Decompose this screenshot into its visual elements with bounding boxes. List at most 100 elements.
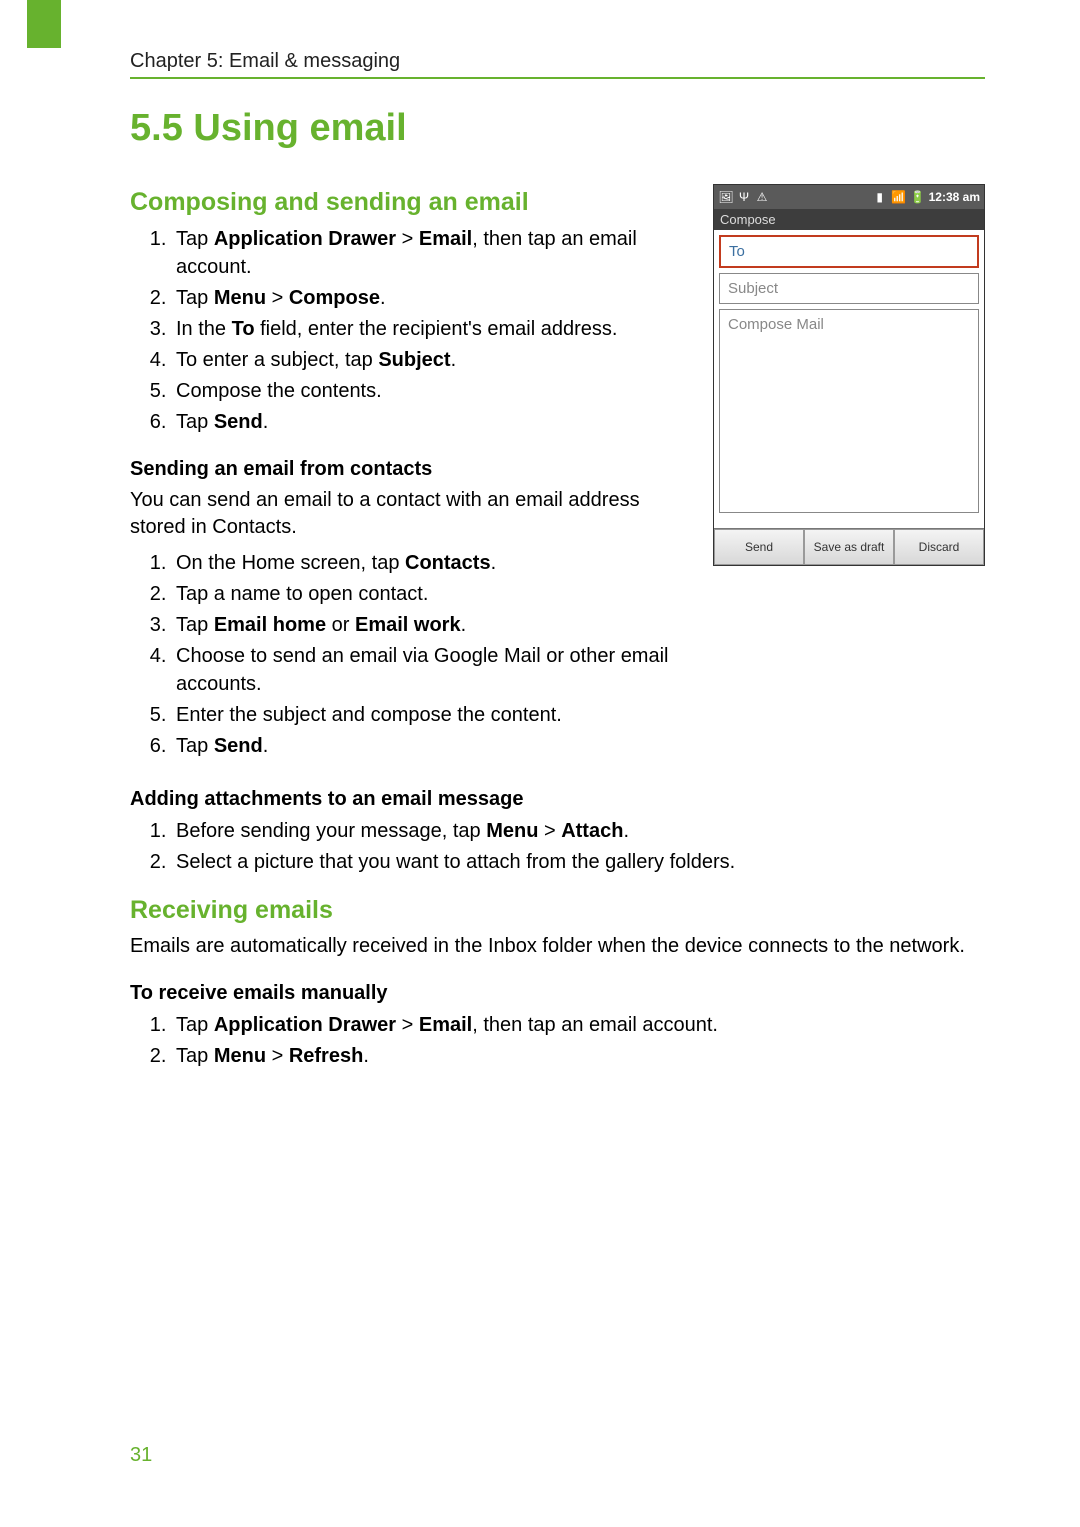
step-text: .: [263, 411, 269, 433]
discard-button[interactable]: Discard: [894, 529, 984, 565]
step-text: Choose to send an email via Google Mail …: [176, 645, 668, 695]
step: Tap Send.: [172, 732, 697, 760]
step-bold: Email: [419, 228, 472, 250]
step-text: .: [451, 349, 457, 371]
step-text: Tap a name to open contact.: [176, 583, 428, 605]
step-bold: To: [232, 318, 255, 340]
phone-status-bar: 🖼 Ψ ⚠ ▮ 📶 🔋 12:38 am: [714, 185, 984, 209]
step-text: .: [461, 614, 467, 636]
usb-icon: Ψ: [736, 189, 752, 205]
receiving-heading: Receiving emails: [130, 896, 985, 925]
step-bold: Menu: [214, 1045, 266, 1067]
step-bold: Contacts: [405, 552, 491, 574]
step: Tap a name to open contact.: [172, 580, 697, 608]
compose-screenshot: 🖼 Ψ ⚠ ▮ 📶 🔋 12:38 am Compose To Subject: [713, 184, 985, 566]
attachments-steps: Before sending your message, tap Menu > …: [130, 817, 985, 876]
step-text: >: [396, 1014, 419, 1036]
step: Tap Application Drawer > Email, then tap…: [172, 225, 697, 281]
phone-button-bar: Send Save as draft Discard: [714, 528, 984, 565]
step: Tap Send.: [172, 408, 697, 436]
composing-text-column: Composing and sending an email Tap Appli…: [130, 168, 713, 766]
step-text: .: [491, 552, 497, 574]
step-text: Compose the contents.: [176, 380, 382, 402]
step-bold: Email home: [214, 614, 326, 636]
step-text: Tap: [176, 1014, 214, 1036]
step-bold: Send: [214, 411, 263, 433]
step-text: Before sending your message, tap: [176, 820, 486, 842]
composing-section: Composing and sending an email Tap Appli…: [130, 168, 985, 766]
page-accent-tab: [27, 0, 61, 48]
from-contacts-heading: Sending an email from contacts: [130, 458, 697, 481]
signal-icon: 📶: [891, 189, 907, 205]
step: Tap Email home or Email work.: [172, 611, 697, 639]
step: Before sending your message, tap Menu > …: [172, 817, 985, 845]
battery-icon: 🔋: [910, 189, 926, 205]
receiving-intro: Emails are automatically received in the…: [130, 933, 985, 960]
step-text: In the: [176, 318, 232, 340]
step: In the To field, enter the recipient's e…: [172, 315, 697, 343]
receive-manual-heading: To receive emails manually: [130, 982, 985, 1005]
step-text: >: [396, 228, 419, 250]
receive-manual-steps: Tap Application Drawer > Email, then tap…: [130, 1011, 985, 1070]
step-text: .: [623, 820, 629, 842]
to-field[interactable]: To: [719, 235, 979, 268]
step: Compose the contents.: [172, 377, 697, 405]
step: Enter the subject and compose the conten…: [172, 701, 697, 729]
attachments-heading: Adding attachments to an email message: [130, 788, 985, 811]
step: Tap Menu > Refresh.: [172, 1042, 985, 1070]
page-number: 31: [130, 1444, 152, 1467]
step: To enter a subject, tap Subject.: [172, 346, 697, 374]
image-icon: 🖼: [718, 189, 734, 205]
subject-field[interactable]: Subject: [719, 273, 979, 304]
composing-heading: Composing and sending an email: [130, 188, 697, 217]
step-text: Tap: [176, 614, 214, 636]
step-bold: Application Drawer: [214, 228, 396, 250]
status-time: 12:38 am: [929, 190, 980, 204]
step-text: >: [266, 287, 289, 309]
step-text: .: [263, 735, 269, 757]
send-button[interactable]: Send: [714, 529, 804, 565]
warning-icon: ⚠: [754, 189, 770, 205]
step-bold: Send: [214, 735, 263, 757]
composing-steps: Tap Application Drawer > Email, then tap…: [130, 225, 697, 436]
status-right-icons: ▮ 📶 🔋 12:38 am: [872, 189, 980, 205]
step: Choose to send an email via Google Mail …: [172, 642, 697, 698]
step-bold: Menu: [486, 820, 538, 842]
compose-body-field[interactable]: Compose Mail: [719, 309, 979, 513]
step-text: field, enter the recipient's email addre…: [255, 318, 618, 340]
step-text: >: [538, 820, 561, 842]
step-bold: Email: [419, 1014, 472, 1036]
from-contacts-steps: On the Home screen, tap Contacts. Tap a …: [130, 549, 697, 760]
save-draft-button[interactable]: Save as draft: [804, 529, 894, 565]
step-bold: Menu: [214, 287, 266, 309]
sim-icon: ▮: [872, 189, 888, 205]
step-text: Select a picture that you want to attach…: [176, 851, 735, 873]
phone-body: To Subject Compose Mail: [714, 230, 984, 518]
step-text: .: [380, 287, 386, 309]
step-bold: Attach: [561, 820, 623, 842]
from-contacts-intro: You can send an email to a contact with …: [130, 487, 697, 541]
step-text: Tap: [176, 411, 214, 433]
step-text: Tap: [176, 735, 214, 757]
step: Tap Menu > Compose.: [172, 284, 697, 312]
phone-frame: 🖼 Ψ ⚠ ▮ 📶 🔋 12:38 am Compose To Subject: [713, 184, 985, 566]
step-text: On the Home screen, tap: [176, 552, 405, 574]
step: On the Home screen, tap Contacts.: [172, 549, 697, 577]
step-bold: Application Drawer: [214, 1014, 396, 1036]
step-text: Tap: [176, 287, 214, 309]
status-left-icons: 🖼 Ψ ⚠: [718, 189, 770, 205]
step-text: To enter a subject, tap: [176, 349, 378, 371]
step-text: , then tap an email account.: [472, 1014, 718, 1036]
step-text: or: [326, 614, 355, 636]
step-text: Tap: [176, 1045, 214, 1067]
step-text: Enter the subject and compose the conten…: [176, 704, 562, 726]
section-title: 5.5 Using email: [130, 107, 985, 150]
step-text: Tap: [176, 228, 214, 250]
step-text: >: [266, 1045, 289, 1067]
step-bold: Refresh: [289, 1045, 363, 1067]
manual-page: Chapter 5: Email & messaging 5.5 Using e…: [0, 0, 1080, 1527]
step: Tap Application Drawer > Email, then tap…: [172, 1011, 985, 1039]
step-bold: Compose: [289, 287, 380, 309]
step-bold: Subject: [378, 349, 450, 371]
chapter-header: Chapter 5: Email & messaging: [130, 50, 985, 79]
